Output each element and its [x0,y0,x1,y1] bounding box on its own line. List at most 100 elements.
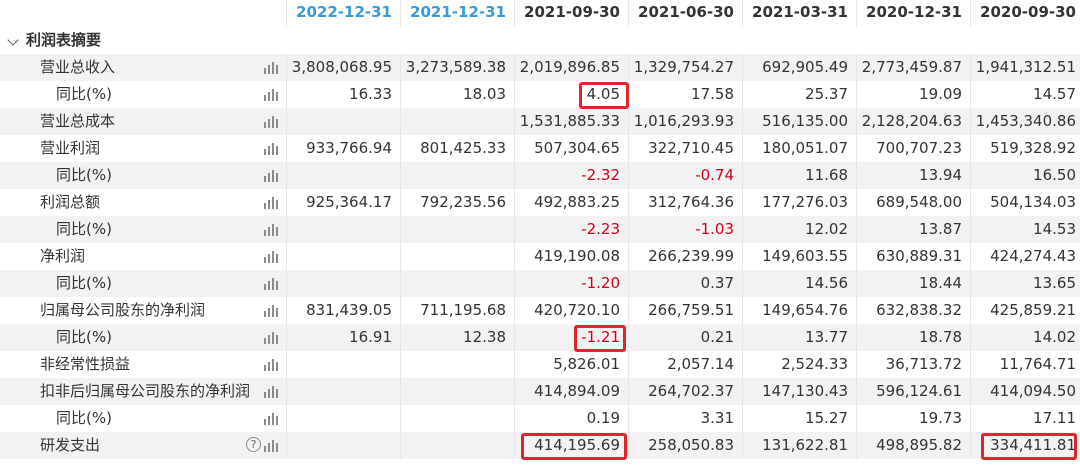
table-row: 研发支出? 414,195.69 258,050.83 131,622.81 498,8… [0,432,1080,459]
table-row: 营业总成本 1,531,885.33 1,016,293.93 516,135.00 2… [0,108,1080,135]
table-cell: 16.33 [286,81,400,108]
row-label: 营业总成本 [40,112,116,130]
table-row: 扣非后归属母公司股东的净利润 414,894.09 264,702.37 147,13… [0,378,1080,405]
table-cell: -0.74 [628,162,742,189]
row-label: 研发支出 [40,436,101,454]
question-circle-icon[interactable]: ? [246,437,261,452]
table-cell: 322,710.45 [628,135,742,162]
table-cell: 504,134.03 [970,189,1080,216]
row-label: 同比(%) [56,220,112,238]
table-header: 2022-12-31 2021-12-31 2021-09-30 2021-06-30… [0,0,1080,28]
table-cell: 0.19 [514,405,628,432]
bar-chart-icon[interactable] [264,358,278,371]
table-cell [286,162,400,189]
bar-chart-icon[interactable] [264,88,278,101]
row-label: 归属母公司股东的净利润 [40,301,206,319]
bar-chart-icon[interactable] [264,196,278,209]
table-cell: 424,274.43 [970,243,1080,270]
column-header[interactable]: 2021-12-31 [400,0,514,27]
table-cell: 264,702.37 [628,378,742,405]
table-cell: 1,531,885.33 [514,108,628,135]
table-cell: 516,135.00 [742,108,856,135]
table-row: 同比(%) -2.32 -0.74 11.68 13.94 16.50 [0,162,1080,189]
bar-chart-icon[interactable] [264,277,278,290]
table-cell: 266,759.51 [628,297,742,324]
table-cell: -1.21 [514,324,628,351]
table-cell: 149,603.55 [742,243,856,270]
table-cell [400,270,514,297]
column-header[interactable]: 2020-12-31 [856,0,970,27]
table-cell: 19.09 [856,81,970,108]
table-cell: 14.53 [970,216,1080,243]
table-row: 同比(%) 16.91 12.38 -1.21 0.21 13.77 18.78 14.02 [0,324,1080,351]
table-cell: 596,124.61 [856,378,970,405]
table-cell: 18.78 [856,324,970,351]
column-header[interactable]: 2020-09-30 [970,0,1080,27]
table-cell: 258,050.83 [628,432,742,459]
section-title: 利润表摘要 [26,31,102,49]
bar-chart-icon[interactable] [264,223,278,236]
table-cell: 3,808,068.95 [286,54,400,81]
table-cell [400,108,514,135]
bar-chart-icon[interactable] [264,331,278,344]
column-header[interactable]: 2021-09-30 [514,0,628,27]
table-cell [286,405,400,432]
bar-chart-icon[interactable] [264,412,278,425]
table-cell: 414,195.69 [514,432,628,459]
row-label: 非经常性损益 [40,355,131,373]
table-cell [400,378,514,405]
table-cell [400,432,514,459]
table-cell: 507,304.65 [514,135,628,162]
bar-chart-icon[interactable] [264,250,278,263]
table-cell: 36,713.72 [856,351,970,378]
table-cell: 14.02 [970,324,1080,351]
table-cell: 19.73 [856,405,970,432]
table-cell: 519,328.92 [970,135,1080,162]
table-cell: 334,411.81 [970,432,1080,459]
table-row: 同比(%) 16.33 18.03 4.05 17.58 25.37 19.09 14.57 [0,81,1080,108]
table-cell: 13.65 [970,270,1080,297]
table-cell: 0.37 [628,270,742,297]
table-cell: 425,859.21 [970,297,1080,324]
financial-table: 2022-12-31 2021-12-31 2021-09-30 2021-06-30… [0,0,1080,466]
table-row: 营业总收入 3,808,068.95 3,273,589.38 2,019,896.8… [0,54,1080,81]
bar-chart-icon[interactable] [264,439,278,452]
table-cell: 792,235.56 [400,189,514,216]
table-cell [286,270,400,297]
section-row[interactable]: 利润表摘要 [0,27,1080,54]
table-cell [400,243,514,270]
column-header[interactable]: 2021-03-31 [742,0,856,27]
table-cell: 933,766.94 [286,135,400,162]
table-cell: 2,773,459.87 [856,54,970,81]
table-cell: 14.57 [970,81,1080,108]
table-cell: 25.37 [742,81,856,108]
bar-chart-icon[interactable] [264,142,278,155]
table-cell: 180,051.07 [742,135,856,162]
table-row: 营业利润 933,766.94 801,425.33 507,304.65 322,71… [0,135,1080,162]
table-cell [400,405,514,432]
table-cell: 17.11 [970,405,1080,432]
table-row: 净利润 419,190.08 266,239.99 149,603.55 630,889… [0,243,1080,270]
table-cell: 632,838.32 [856,297,970,324]
bar-chart-icon[interactable] [264,304,278,317]
bar-chart-icon[interactable] [264,169,278,182]
column-header[interactable]: 2022-12-31 [286,0,400,27]
table-cell: 711,195.68 [400,297,514,324]
table-cell: 3.31 [628,405,742,432]
table-row: 同比(%) -2.23 -1.03 12.02 13.87 14.53 [0,216,1080,243]
table-cell: 13.87 [856,216,970,243]
table-cell [286,108,400,135]
table-cell: -1.20 [514,270,628,297]
table-row: 非经常性损益 5,826.01 2,057.14 2,524.33 36,713.72 1… [0,351,1080,378]
row-label: 利润总额 [40,193,101,211]
table-cell: 12.02 [742,216,856,243]
table-cell [400,216,514,243]
column-header[interactable]: 2021-06-30 [628,0,742,27]
bar-chart-icon[interactable] [264,115,278,128]
row-label: 营业总收入 [40,58,116,76]
table-cell: 492,883.25 [514,189,628,216]
row-label: 扣非后归属母公司股东的净利润 [40,382,251,400]
bar-chart-icon[interactable] [264,61,278,74]
table-cell: 2,019,896.85 [514,54,628,81]
bar-chart-icon[interactable] [264,385,278,398]
